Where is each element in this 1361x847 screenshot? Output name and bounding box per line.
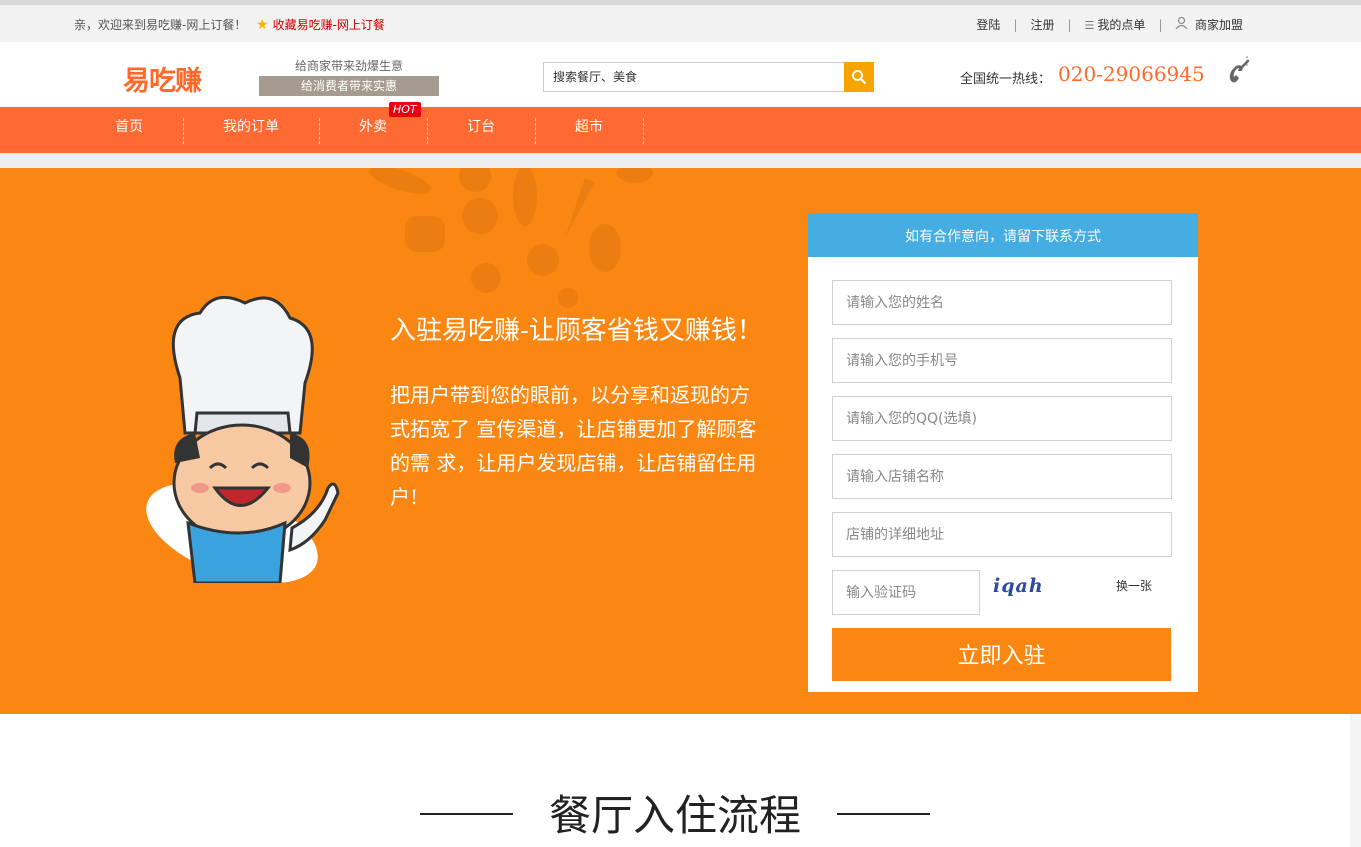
banner-title: 入驻易吃赚-让顾客省钱又赚钱！ [390, 316, 763, 346]
scrollbar[interactable] [1350, 714, 1361, 847]
login-link[interactable]: 登陆 [976, 16, 1000, 33]
nav-item-orders[interactable]: 我的订单 [205, 107, 297, 153]
nav-item-booking[interactable]: 订台 [450, 107, 512, 153]
hotline-number: 020-29066945 [1058, 62, 1205, 86]
search-icon [852, 70, 867, 85]
main-nav: 首页 我的订单 外卖 HOT 订台 超市 [0, 102, 1361, 153]
section-title: 餐厅入住流程 [548, 791, 801, 840]
favorite-label: 收藏易吃赚-网上订餐 [272, 18, 385, 32]
search-bar [543, 62, 874, 92]
address-input[interactable] [832, 512, 1172, 557]
hot-badge: HOT [389, 102, 421, 117]
nav-divider [319, 118, 320, 144]
nav-spacer [0, 153, 1361, 168]
nav-divider [427, 118, 428, 144]
chef-illustration [146, 295, 340, 583]
star-icon: ★ [256, 16, 269, 33]
nav-divider [643, 118, 644, 144]
nav-divider [183, 118, 184, 144]
merchant-join-link[interactable]: 商家加盟 [1175, 16, 1243, 33]
separator: | [1013, 17, 1018, 32]
slogan-merchant: 给商家带来劲爆生意 [294, 59, 403, 73]
form-heading: 如有合作意向，请留下联系方式 [808, 213, 1198, 257]
slogan-consumer: 给消费者带来实惠 [259, 76, 439, 96]
captcha-input[interactable] [832, 570, 980, 615]
list-icon: ☰ [1084, 19, 1095, 32]
my-orders-link[interactable]: ☰ 我的点单 [1085, 16, 1146, 33]
separator: | [1067, 17, 1072, 32]
top-links: 登陆 | 注册 | ☰ 我的点单 | 商家加盟 [976, 16, 1243, 33]
nav-item-home[interactable]: 首页 [98, 107, 160, 153]
captcha-image[interactable]: iqah [993, 575, 1044, 597]
phone-icon [1226, 56, 1252, 90]
shop-name-input[interactable] [832, 454, 1172, 499]
vegetables-decoration [369, 168, 653, 308]
refresh-captcha-link[interactable]: 换一张 [1116, 577, 1152, 594]
search-input[interactable] [543, 62, 844, 92]
phone-input[interactable] [832, 338, 1172, 383]
title-line-right [837, 813, 930, 815]
name-input[interactable] [832, 280, 1172, 325]
separator: | [1158, 17, 1163, 32]
my-orders-label: 我的点单 [1097, 18, 1146, 32]
merchant-join-label: 商家加盟 [1194, 18, 1243, 32]
welcome-text: 亲，欢迎来到易吃赚-网上订餐！ [74, 18, 247, 32]
top-bar: 亲，欢迎来到易吃赚-网上订餐！ ★ 收藏易吃赚-网上订餐 登陆 | 注册 | ☰… [0, 0, 1361, 42]
banner-description: 把用户带到您的眼前，以分享和返现的方式拓宽了 宣传渠道，让店铺更加了解顾客的需 … [390, 383, 757, 509]
qq-input[interactable] [832, 396, 1172, 441]
cooperation-form: 如有合作意向，请留下联系方式 iqah 换一张 立即入驻 [808, 213, 1198, 692]
user-icon [1175, 16, 1192, 32]
nav-divider [535, 118, 536, 144]
nav-item-supermarket[interactable]: 超市 [558, 107, 620, 153]
header: 易吃赚 给商家带来劲爆生意 给消费者带来实惠 全国统一热线： 020-29066… [0, 42, 1361, 107]
search-button[interactable] [844, 62, 874, 92]
banner: 入驻易吃赚-让顾客省钱又赚钱！ 把用户带到您的眼前，以分享和返现的方式拓宽了 宣… [0, 168, 1361, 714]
submit-button[interactable]: 立即入驻 [832, 628, 1171, 681]
logo[interactable]: 易吃赚 [123, 59, 202, 98]
hotline-label: 全国统一热线： [960, 72, 1052, 87]
favorite-link[interactable]: ★ 收藏易吃赚-网上订餐 [256, 16, 385, 33]
register-link[interactable]: 注册 [1030, 16, 1054, 33]
